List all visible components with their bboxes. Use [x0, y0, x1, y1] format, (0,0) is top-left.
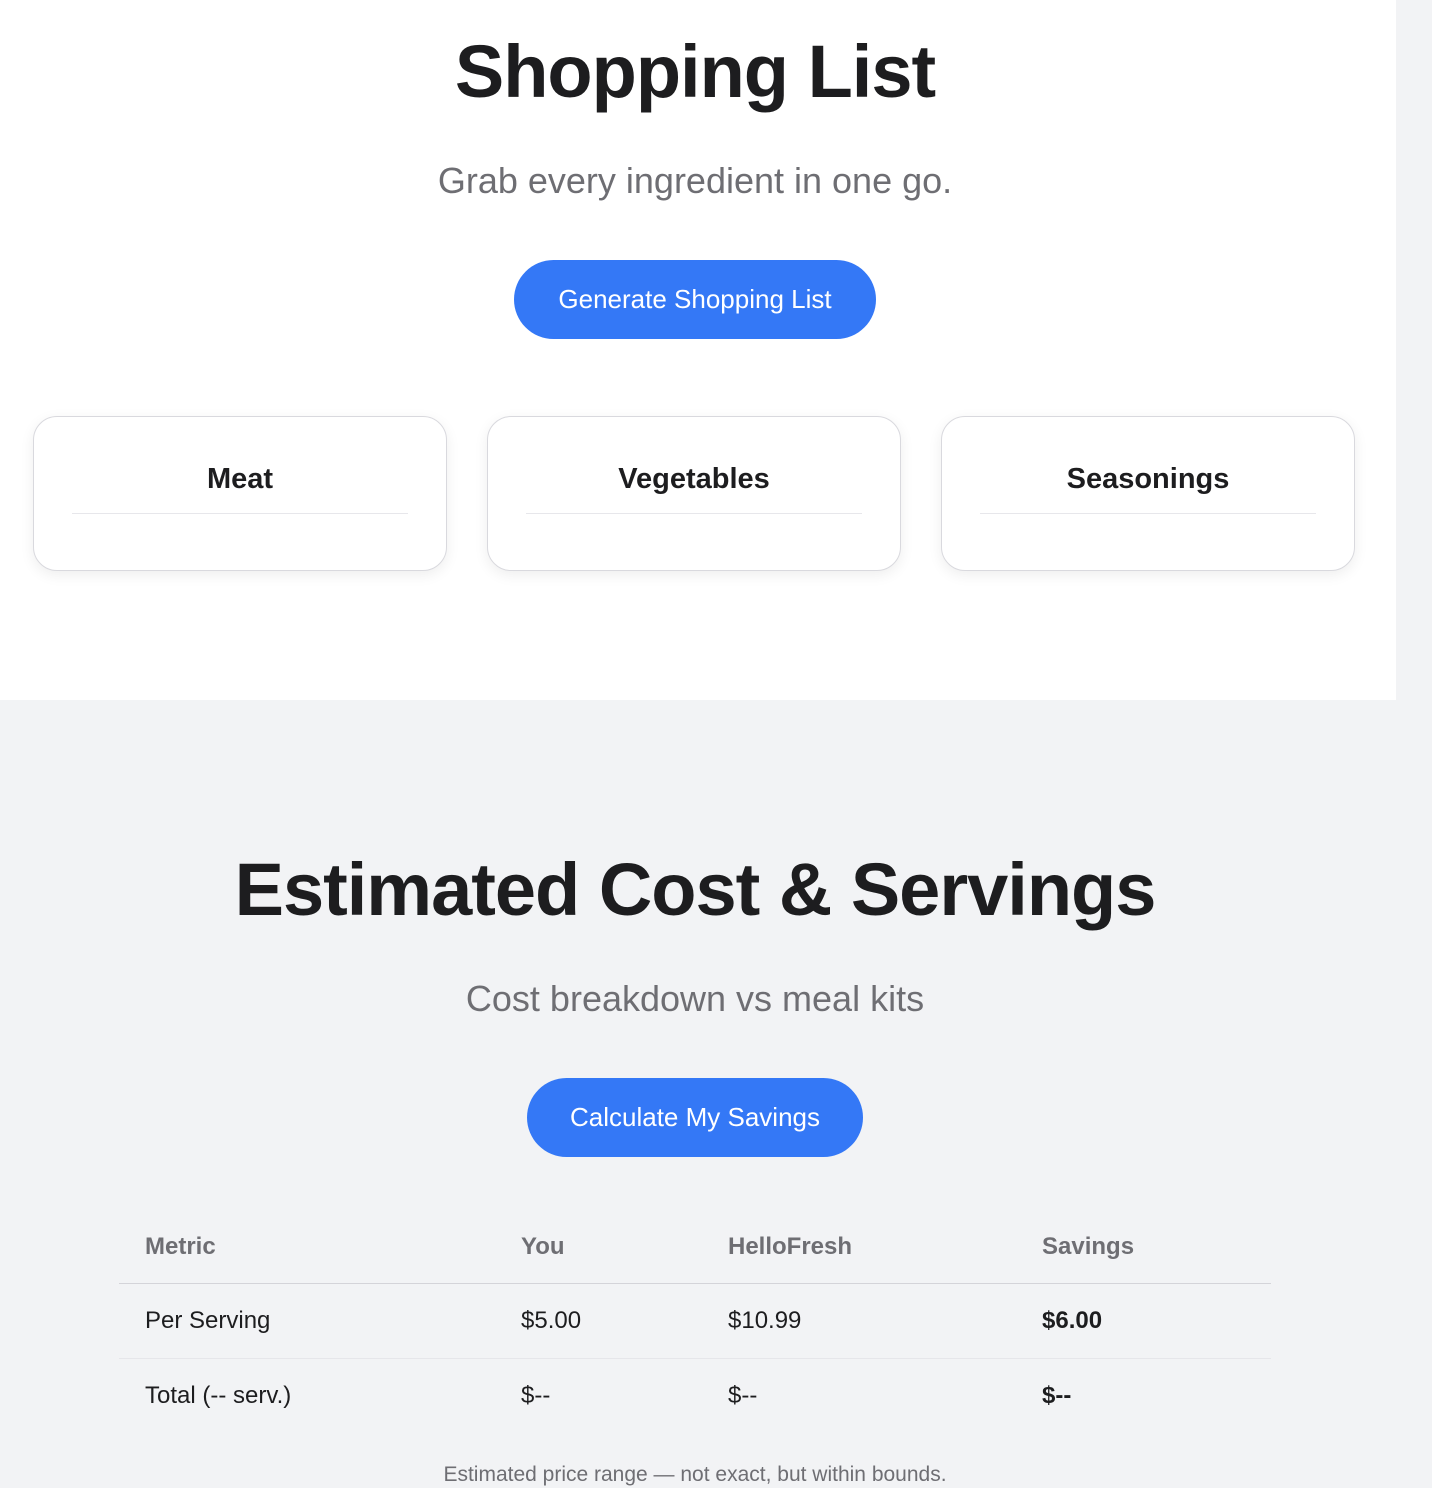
- header-hellofresh: HelloFresh: [702, 1210, 1016, 1284]
- cell-hellofresh: $10.99: [702, 1283, 1016, 1359]
- cell-metric: Per Serving: [119, 1283, 495, 1359]
- card-divider: [980, 513, 1316, 514]
- table-row: Per Serving $5.00 $10.99 $6.00: [119, 1283, 1271, 1359]
- cost-subtitle: Cost breakdown vs meal kits: [465, 978, 925, 1019]
- shopping-list-title: Shopping List: [454, 30, 936, 113]
- card-divider: [72, 513, 408, 514]
- category-card-meat: Meat: [33, 416, 447, 571]
- cell-you: $--: [521, 1382, 551, 1409]
- generate-shopping-list-button[interactable]: Generate Shopping List: [514, 260, 876, 339]
- shopping-list-section: Shopping List Grab every ingredient in o…: [0, 0, 1396, 700]
- shopping-list-subtitle: Grab every ingredient in one go.: [437, 160, 953, 201]
- category-card-title: Meat: [206, 463, 274, 495]
- cell-savings: $6.00: [1016, 1283, 1271, 1359]
- category-card-title: Vegetables: [618, 463, 770, 495]
- table-header-row: Metric You HelloFresh Savings: [119, 1210, 1271, 1284]
- cell-hellofresh: $--: [728, 1382, 758, 1409]
- price-footnote: Estimated price range — not exact, but w…: [443, 1463, 947, 1486]
- calculate-savings-button[interactable]: Calculate My Savings: [527, 1078, 863, 1157]
- header-you: You: [495, 1210, 702, 1284]
- cell-savings: $--: [1042, 1382, 1072, 1409]
- category-card-seasonings: Seasonings: [941, 416, 1355, 571]
- header-metric: Metric: [119, 1210, 495, 1284]
- category-card-vegetables: Vegetables: [487, 416, 901, 571]
- cell-metric: Total (-- serv.): [145, 1382, 292, 1409]
- card-divider: [526, 513, 862, 514]
- cell-you: $5.00: [495, 1283, 702, 1359]
- category-card-title: Seasonings: [1066, 463, 1230, 495]
- cost-comparison-table: Metric You HelloFresh Savings Per Servin…: [119, 1210, 1271, 1433]
- cost-title: Estimated Cost & Servings: [234, 848, 1157, 931]
- header-savings: Savings: [1016, 1210, 1271, 1284]
- table-row: Total (-- serv.) $-- $-- $--: [119, 1359, 1271, 1434]
